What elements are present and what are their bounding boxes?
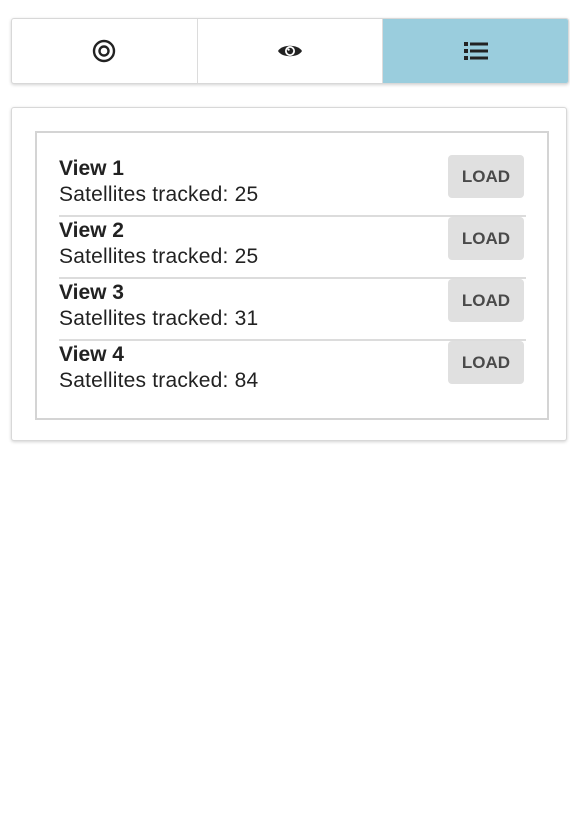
- view-satellite-count: Satellites tracked: 84: [59, 369, 259, 392]
- tab-target[interactable]: [12, 19, 198, 83]
- load-button[interactable]: LOAD: [448, 341, 524, 384]
- load-button[interactable]: LOAD: [448, 155, 524, 198]
- view-satellite-count: Satellites tracked: 31: [59, 307, 259, 330]
- saved-views-box: View 1 Satellites tracked: 25 LOAD View …: [35, 131, 549, 420]
- tab-list[interactable]: [383, 19, 568, 83]
- load-button[interactable]: LOAD: [448, 279, 524, 322]
- view-title: View 2: [59, 219, 124, 242]
- list-item: View 4 Satellites tracked: 84 LOAD: [59, 341, 526, 403]
- eye-icon: [278, 45, 302, 57]
- tab-bar: [11, 18, 569, 84]
- view-satellite-count: Satellites tracked: 25: [59, 183, 259, 206]
- list-icon: [463, 42, 488, 60]
- list-item: View 3 Satellites tracked: 31 LOAD: [59, 279, 526, 341]
- load-button[interactable]: LOAD: [448, 217, 524, 260]
- tab-eye[interactable]: [198, 19, 384, 83]
- view-title: View 1: [59, 157, 124, 180]
- saved-views-panel: View 1 Satellites tracked: 25 LOAD View …: [11, 107, 567, 441]
- target-icon: [93, 39, 116, 63]
- view-title: View 3: [59, 281, 124, 304]
- view-title: View 4: [59, 343, 124, 366]
- saved-views-list: View 1 Satellites tracked: 25 LOAD View …: [59, 155, 526, 403]
- list-item: View 2 Satellites tracked: 25 LOAD: [59, 217, 526, 279]
- view-satellite-count: Satellites tracked: 25: [59, 245, 259, 268]
- list-item: View 1 Satellites tracked: 25 LOAD: [59, 155, 526, 217]
